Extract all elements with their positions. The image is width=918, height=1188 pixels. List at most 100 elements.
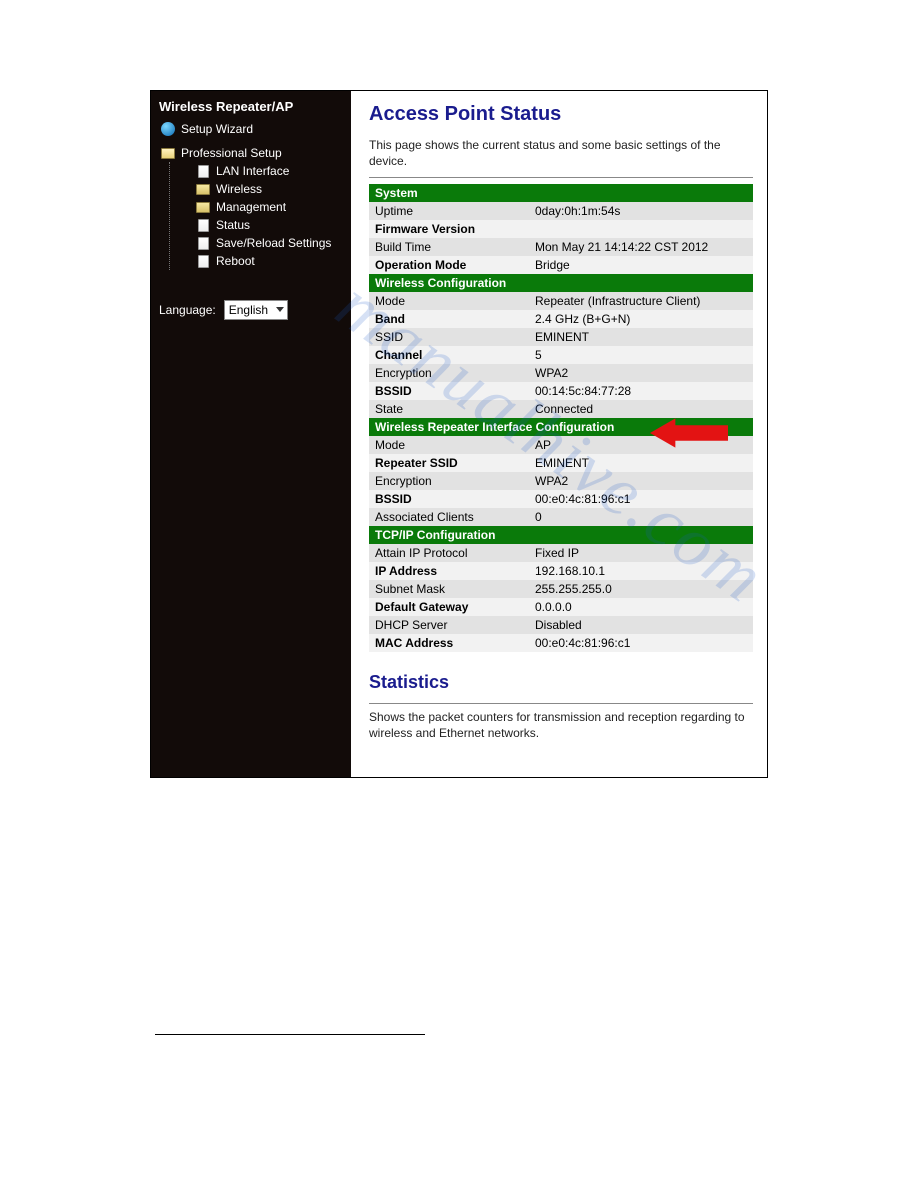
row-ip: IP Address192.168.10.1 xyxy=(369,562,753,580)
row-rep-enc: EncryptionWPA2 xyxy=(369,472,753,490)
row-rep-bssid: BSSID00:e0:4c:81:96:c1 xyxy=(369,490,753,508)
row-mode: ModeRepeater (Infrastructure Client) xyxy=(369,292,753,310)
row-mac: MAC Address00:e0:4c:81:96:c1 xyxy=(369,634,753,652)
cell-label: State xyxy=(369,400,529,418)
divider xyxy=(369,703,753,704)
nav-label: LAN Interface xyxy=(216,164,289,178)
document-icon xyxy=(196,218,210,232)
cell-value: 00:14:5c:84:77:28 xyxy=(529,382,753,400)
cell-label: Attain IP Protocol xyxy=(369,544,529,562)
cell-label: Uptime xyxy=(369,202,529,220)
sidebar: Wireless Repeater/AP Setup Wizard Profes… xyxy=(151,91,351,777)
language-label: Language: xyxy=(159,303,216,317)
row-gateway: Default Gateway0.0.0.0 xyxy=(369,598,753,616)
status-table: System Uptime0day:0h:1m:54s Firmware Ver… xyxy=(369,184,753,652)
cell-value: 0 xyxy=(529,508,753,526)
cell-label: Mode xyxy=(369,292,529,310)
row-rep-ssid: Repeater SSIDEMINENT xyxy=(369,454,753,472)
cell-value: EMINENT xyxy=(529,454,753,472)
cell-label: BSSID xyxy=(369,382,529,400)
section-header-repeater: Wireless Repeater Interface Configuratio… xyxy=(369,418,753,436)
cell-label: Mode xyxy=(369,436,529,454)
cell-label: Associated Clients xyxy=(369,508,529,526)
row-build-time: Build TimeMon May 21 14:14:22 CST 2012 xyxy=(369,238,753,256)
cell-value: Mon May 21 14:14:22 CST 2012 xyxy=(529,238,753,256)
cell-label: Build Time xyxy=(369,238,529,256)
page-description: This page shows the current status and s… xyxy=(369,138,753,169)
cell-value: 00:e0:4c:81:96:c1 xyxy=(529,634,753,652)
row-operation-mode: Operation ModeBridge xyxy=(369,256,753,274)
sidebar-title: Wireless Repeater/AP xyxy=(157,99,345,114)
cell-value: EMINENT xyxy=(529,328,753,346)
cell-value: 5 xyxy=(529,346,753,364)
cell-label: DHCP Server xyxy=(369,616,529,634)
cell-label: IP Address xyxy=(369,562,529,580)
nav-lan-interface[interactable]: LAN Interface xyxy=(170,162,345,180)
nav-management[interactable]: Management xyxy=(170,198,345,216)
cell-label: Default Gateway xyxy=(369,598,529,616)
folder-open-icon xyxy=(161,146,175,160)
nav-status[interactable]: Status xyxy=(170,216,345,234)
cell-value: 0.0.0.0 xyxy=(529,598,753,616)
page-title: Access Point Status xyxy=(369,103,753,126)
nav-wireless[interactable]: Wireless xyxy=(170,180,345,198)
nav-label: Setup Wizard xyxy=(181,122,253,136)
cell-label: MAC Address xyxy=(369,634,529,652)
cell-value: Bridge xyxy=(529,256,753,274)
nav-setup-wizard[interactable]: Setup Wizard xyxy=(157,120,345,138)
nav-professional-setup[interactable]: Professional Setup xyxy=(157,144,345,162)
main-content: Access Point Status This page shows the … xyxy=(351,91,767,777)
cell-label: Subnet Mask xyxy=(369,580,529,598)
row-state: StateConnected xyxy=(369,400,753,418)
language-row: Language: English xyxy=(157,300,345,320)
row-rep-assoc: Associated Clients0 xyxy=(369,508,753,526)
cell-label: Operation Mode xyxy=(369,256,529,274)
cell-label: BSSID xyxy=(369,490,529,508)
nav-label: Wireless xyxy=(216,182,262,196)
row-bssid: BSSID00:14:5c:84:77:28 xyxy=(369,382,753,400)
cell-value: Connected xyxy=(529,400,753,418)
cell-label: Firmware Version xyxy=(369,220,529,238)
cell-value: 0day:0h:1m:54s xyxy=(529,202,753,220)
row-firmware: Firmware Version xyxy=(369,220,753,238)
cell-value: 192.168.10.1 xyxy=(529,562,753,580)
row-rep-mode: ModeAP xyxy=(369,436,753,454)
nav-save-reload[interactable]: Save/Reload Settings xyxy=(170,234,345,252)
row-attain-ip: Attain IP ProtocolFixed IP xyxy=(369,544,753,562)
cell-value: Repeater (Infrastructure Client) xyxy=(529,292,753,310)
section-header-wireless: Wireless Configuration xyxy=(369,274,753,292)
cell-label: SSID xyxy=(369,328,529,346)
app-window: Wireless Repeater/AP Setup Wizard Profes… xyxy=(150,90,768,778)
document-icon xyxy=(196,236,210,250)
cell-value: AP xyxy=(529,436,753,454)
document-icon xyxy=(196,164,210,178)
nav-reboot[interactable]: Reboot xyxy=(170,252,345,270)
cell-value: WPA2 xyxy=(529,364,753,382)
nav-label: Management xyxy=(216,200,286,214)
row-channel: Channel5 xyxy=(369,346,753,364)
divider xyxy=(369,177,753,178)
cell-value: Disabled xyxy=(529,616,753,634)
row-uptime: Uptime0day:0h:1m:54s xyxy=(369,202,753,220)
cell-value: 00:e0:4c:81:96:c1 xyxy=(529,490,753,508)
nav-label: Reboot xyxy=(216,254,255,268)
document-icon xyxy=(196,254,210,268)
row-ssid: SSIDEMINENT xyxy=(369,328,753,346)
cell-label: Channel xyxy=(369,346,529,364)
folder-icon xyxy=(196,182,210,196)
cell-label: Band xyxy=(369,310,529,328)
cell-label: Repeater SSID xyxy=(369,454,529,472)
cell-value: WPA2 xyxy=(529,472,753,490)
cell-value xyxy=(529,220,753,238)
cell-value: Fixed IP xyxy=(529,544,753,562)
cell-label: Encryption xyxy=(369,364,529,382)
nav-label: Professional Setup xyxy=(181,146,282,160)
globe-icon xyxy=(161,122,175,136)
cell-value: 255.255.255.0 xyxy=(529,580,753,598)
row-dhcp: DHCP ServerDisabled xyxy=(369,616,753,634)
row-encryption: EncryptionWPA2 xyxy=(369,364,753,382)
cell-value: 2.4 GHz (B+G+N) xyxy=(529,310,753,328)
row-band: Band2.4 GHz (B+G+N) xyxy=(369,310,753,328)
language-select[interactable]: English xyxy=(224,300,288,320)
row-subnet: Subnet Mask255.255.255.0 xyxy=(369,580,753,598)
